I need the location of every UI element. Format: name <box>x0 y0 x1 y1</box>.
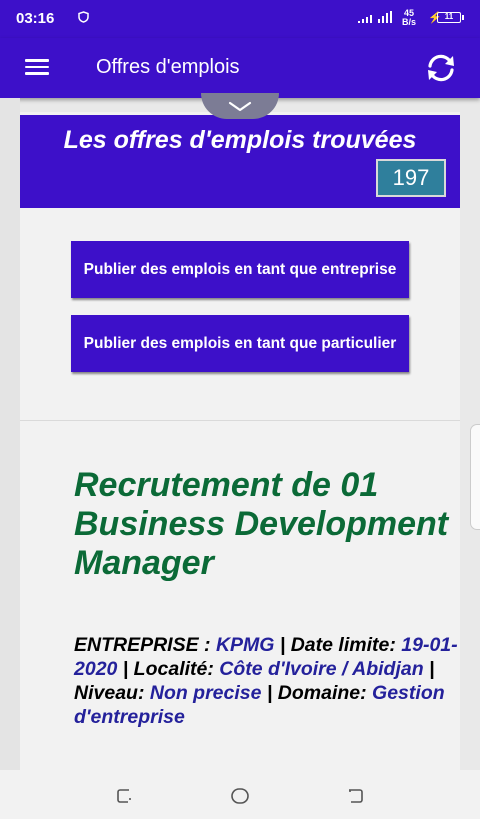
system-nav-bar <box>0 770 480 819</box>
chevron-down-icon <box>228 101 252 112</box>
divider <box>20 420 460 421</box>
status-bar: 03:16 45 B/s ⚡ 11 <box>0 0 480 38</box>
hamburger-menu-icon[interactable] <box>25 59 49 77</box>
location-label: | Localité: <box>117 658 220 680</box>
results-title: Les offres d'emplois trouvées <box>63 126 417 154</box>
battery-icon: 11 <box>437 12 464 23</box>
publish-as-company-button[interactable]: Publier des emplois en tant que entrepri… <box>71 241 409 298</box>
refresh-icon[interactable] <box>424 53 458 83</box>
home-icon[interactable] <box>230 786 250 806</box>
location-value: Côte d'Ivoire / Abidjan <box>219 658 424 680</box>
job-details: ENTREPRISE : KPMG | Date limite: 19-01-2… <box>74 633 458 729</box>
status-time: 03:16 <box>16 10 55 27</box>
app-bar: Offres d'emplois <box>0 38 480 98</box>
back-icon[interactable] <box>346 786 366 806</box>
results-count-badge: 197 <box>376 159 446 197</box>
company-label: ENTREPRISE : <box>74 634 216 656</box>
results-header: Les offres d'emplois trouvées 197 <box>20 115 460 208</box>
edge-panel-handle[interactable] <box>470 424 480 530</box>
job-title-link[interactable]: Recrutement de 01 Business Development M… <box>74 466 460 583</box>
company-value: KPMG <box>215 634 275 656</box>
page-title: Offres d'emplois <box>96 56 240 78</box>
signal-strength-icon <box>358 11 392 23</box>
left-gutter <box>0 98 20 770</box>
deadline-label: | Date limite: <box>274 634 402 656</box>
battery-level: 11 <box>444 12 454 21</box>
collapse-tab[interactable] <box>201 93 279 119</box>
publish-as-individual-button[interactable]: Publier des emplois en tant que particul… <box>71 315 409 372</box>
domain-label: | Domaine: <box>261 682 373 704</box>
recent-apps-icon[interactable] <box>114 786 134 806</box>
network-speed: 45 B/s <box>402 9 416 27</box>
level-value: Non precise <box>149 682 262 704</box>
shield-icon <box>78 11 89 23</box>
network-speed-unit: B/s <box>402 17 417 27</box>
results-count: 197 <box>392 165 430 190</box>
